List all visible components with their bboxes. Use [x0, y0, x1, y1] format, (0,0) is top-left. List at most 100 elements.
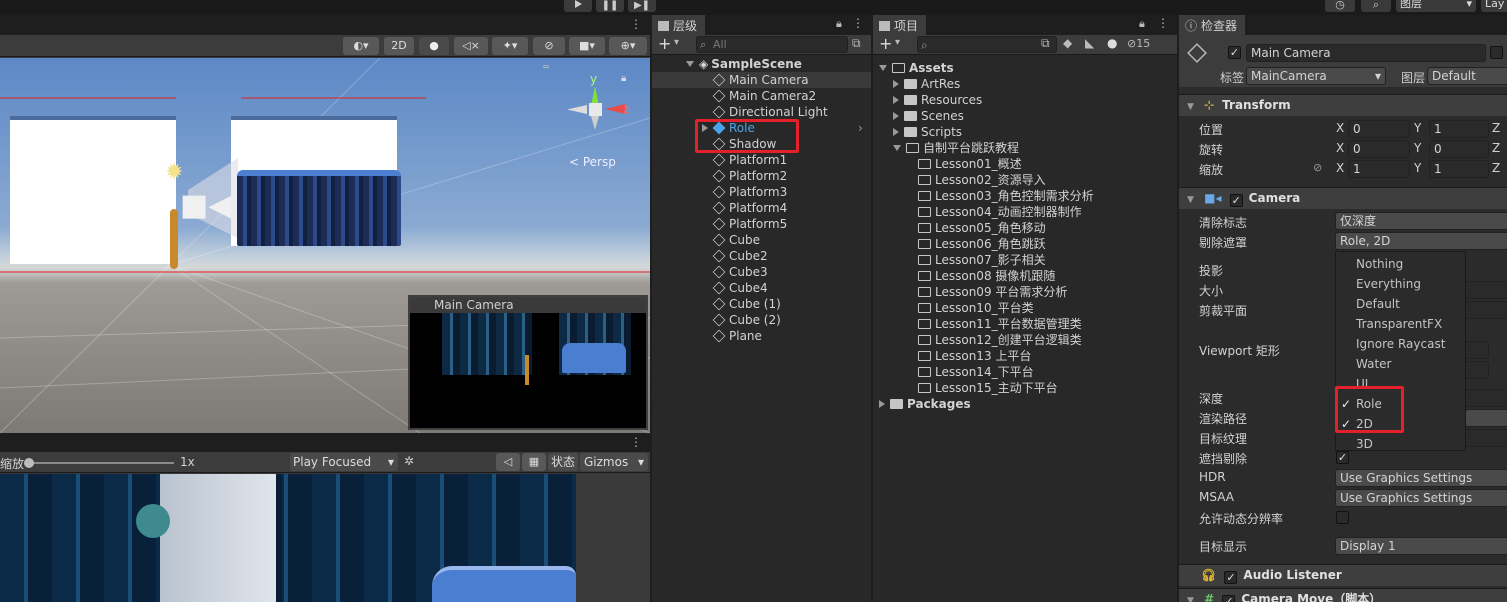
expand-arrow-icon[interactable]	[893, 145, 901, 151]
scale-slider-knob[interactable]	[24, 458, 34, 468]
collapse-arrow-icon[interactable]	[893, 96, 899, 104]
scene-visibility-icon[interactable]: ⧉	[852, 36, 861, 51]
audio-listener-header[interactable]: 🎧︎ ✓ Audio Listener	[1179, 564, 1507, 586]
hierarchy-item[interactable]: Cube (1)	[652, 296, 871, 312]
history-button[interactable]: ◷	[1325, 0, 1355, 12]
bug-icon[interactable]: ✲	[404, 454, 414, 468]
project-folder-row[interactable]: Resources	[873, 92, 982, 108]
stats-button[interactable]: 状态	[548, 453, 578, 471]
lesson-folder-row[interactable]: Lesson12_创建平台逻辑类	[873, 332, 1082, 348]
camera-header[interactable]: ▼ ■◂ ✓ Camera	[1179, 187, 1507, 209]
scl-y-field[interactable]: 1	[1429, 160, 1489, 178]
draw-mode-button[interactable]: ◐▾	[343, 37, 379, 55]
collapse-arrow-icon[interactable]	[893, 80, 899, 88]
hierarchy-item[interactable]: Cube4	[652, 280, 871, 296]
msaa-dropdown[interactable]: Use Graphics Settings	[1335, 489, 1507, 507]
rot-x-field[interactable]: 0	[1348, 140, 1410, 158]
size-field[interactable]	[1465, 281, 1507, 299]
lesson-folder-row[interactable]: Lesson03_角色控制需求分析	[873, 188, 1094, 204]
hierarchy-item[interactable]: Platform3	[652, 184, 871, 200]
layers-dropdown[interactable]: 图层 ▾	[1396, 0, 1476, 12]
lesson-folder-row[interactable]: Lesson11_平台数据管理类	[873, 316, 1082, 332]
culling-option[interactable]: Ignore Raycast	[1336, 334, 1465, 354]
layer-dropdown[interactable]: Default	[1427, 67, 1507, 85]
step-button[interactable]: ▶❚	[628, 0, 656, 12]
lock-icon[interactable]: 🔒︎	[1139, 17, 1145, 31]
static-checkbox[interactable]	[1490, 46, 1503, 59]
game-viewport[interactable]	[0, 474, 576, 602]
lighting-button[interactable]: ●	[419, 37, 449, 55]
hierarchy-item[interactable]: Cube	[652, 232, 871, 248]
more-options-icon[interactable]: ⋮	[852, 16, 864, 30]
tag-dropdown[interactable]: MainCamera ▾	[1246, 67, 1386, 85]
culling-option[interactable]: TransparentFX	[1336, 314, 1465, 334]
play-button[interactable]	[564, 0, 592, 12]
hierarchy-item[interactable]: Platform5	[652, 216, 871, 232]
audio-button[interactable]: ◁×	[454, 37, 488, 55]
culling-option[interactable]: 3D	[1336, 434, 1465, 454]
pause-button[interactable]: ❚❚	[596, 0, 624, 12]
play-mode-dropdown[interactable]: Play Focused ▾	[290, 453, 398, 471]
project-folder-row[interactable]: Scripts	[873, 124, 962, 140]
clear-flags-dropdown[interactable]: 仅深度	[1335, 212, 1507, 230]
dynamic-resolution-checkbox[interactable]	[1336, 511, 1349, 524]
culling-option[interactable]: Everything	[1336, 274, 1465, 294]
add-icon[interactable]: +	[658, 34, 671, 53]
camera-move-checkbox[interactable]: ✓	[1222, 595, 1236, 602]
collapse-arrow-icon[interactable]	[879, 400, 885, 408]
lesson-folder-row[interactable]: Lesson02_资源导入	[873, 172, 1046, 188]
grid-button[interactable]: ▦	[522, 453, 546, 471]
add-icon[interactable]: +	[879, 34, 892, 53]
hidden-packages-icon[interactable]: ⊘15	[1127, 37, 1150, 50]
active-checkbox[interactable]: ✓	[1228, 46, 1241, 59]
constrain-link-icon[interactable]: ⊘	[1313, 161, 1322, 174]
clip-near-field[interactable]	[1465, 301, 1507, 319]
more-options-icon[interactable]: ⋮	[630, 435, 642, 449]
chevron-right-icon[interactable]: ›	[858, 120, 863, 136]
chevron-down-icon[interactable]: ▾	[895, 37, 900, 48]
type-filter-icon[interactable]: ◆	[1063, 36, 1072, 50]
mute-audio-button[interactable]: ◁	[496, 453, 520, 471]
search-button[interactable]: ⌕	[1361, 0, 1391, 12]
visibility-button[interactable]: ⊘	[533, 37, 565, 55]
hierarchy-item[interactable]: Main Camera	[652, 72, 871, 88]
scl-x-field[interactable]: 1	[1348, 160, 1410, 178]
packages-row[interactable]: Packages	[873, 396, 971, 412]
lesson-folder-row[interactable]: Lesson04_动画控制器制作	[873, 204, 1082, 220]
assets-root-row[interactable]: Assets	[873, 60, 954, 76]
lock-icon[interactable]: 🔒︎	[836, 17, 842, 31]
expand-arrow-icon[interactable]	[879, 65, 887, 71]
tab-project[interactable]: 项目	[873, 15, 927, 35]
scene-viewport[interactable]: ✹ ■◀ y z 🔒︎ < Persp ═ Main Camera	[0, 58, 650, 433]
hierarchy-item[interactable]: Cube (2)	[652, 312, 871, 328]
lesson-folder-row[interactable]: Lesson01_概述	[873, 156, 1022, 172]
hierarchy-item[interactable]: Cube3	[652, 264, 871, 280]
target-texture-field[interactable]	[1465, 429, 1507, 447]
scene-root-row[interactable]: ◈ SampleScene	[652, 56, 871, 72]
scale-slider[interactable]	[24, 458, 174, 468]
axis-x-cone[interactable]	[567, 105, 587, 114]
rot-y-field[interactable]: 0	[1429, 140, 1489, 158]
object-name-field[interactable]: Main Camera	[1246, 44, 1486, 62]
culling-option[interactable]: Nothing	[1336, 254, 1465, 274]
lesson-folder-row[interactable]: Lesson06_角色跳跃	[873, 236, 1046, 252]
persp-label[interactable]: < Persp	[569, 155, 616, 169]
lesson-folder-row[interactable]: Lesson05_角色移动	[873, 220, 1046, 236]
project-folder-row[interactable]: Scenes	[873, 108, 964, 124]
transform-header[interactable]: ▼ ⊹ Transform	[1179, 94, 1507, 116]
culling-option[interactable]: Water	[1336, 354, 1465, 374]
pos-y-field[interactable]: 1	[1429, 120, 1489, 138]
rendering-path-dropdown[interactable]	[1465, 409, 1507, 427]
hierarchy-item[interactable]: Platform2	[652, 168, 871, 184]
lock-icon[interactable]: 🔒︎	[621, 73, 626, 84]
lesson-folder-row[interactable]: Lesson10_平台类	[873, 300, 1034, 316]
target-display-dropdown[interactable]: Display 1	[1335, 537, 1507, 555]
more-options-icon[interactable]: ⋮	[1157, 16, 1169, 30]
axis-center-cube[interactable]	[589, 103, 602, 116]
axis-gizmo[interactable]: y z 🔒︎	[563, 72, 633, 144]
tutorial-folder-row[interactable]: 自制平台跳跃教程	[873, 140, 1019, 156]
culling-option[interactable]: Default	[1336, 294, 1465, 314]
search-window-icon[interactable]: ⧉	[1041, 36, 1050, 51]
hierarchy-item[interactable]: Platform1	[652, 152, 871, 168]
project-search-input[interactable]: ⌕	[917, 36, 1057, 53]
